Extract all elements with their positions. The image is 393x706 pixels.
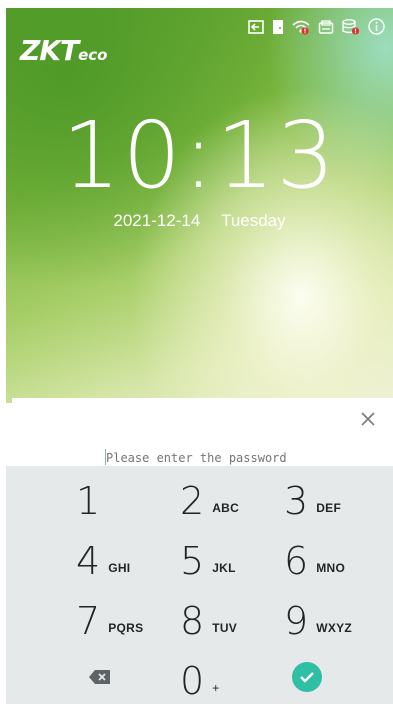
key-5[interactable]: 5 JKL bbox=[180, 536, 290, 586]
key-letters: JKL bbox=[212, 561, 236, 575]
screen: ZKTeco 10:13 2021-12-14 Tuesday 1 2 ABC … bbox=[0, 0, 393, 704]
wallpaper: ZKTeco 10:13 2021-12-14 Tuesday bbox=[6, 8, 393, 403]
key-digit: 8 bbox=[180, 599, 205, 643]
key-letters: GHI bbox=[108, 561, 131, 575]
date-line: 2021-12-14 Tuesday bbox=[6, 211, 393, 231]
key-3[interactable]: 3 DEF bbox=[284, 476, 393, 526]
key-digit: 3 bbox=[284, 479, 309, 523]
info-icon[interactable] bbox=[368, 18, 385, 35]
key-digit: 6 bbox=[284, 539, 309, 583]
key-letters: PQRS bbox=[108, 621, 144, 635]
status-bar bbox=[248, 18, 385, 35]
key-1[interactable]: 1 bbox=[76, 476, 186, 526]
password-input[interactable] bbox=[106, 450, 346, 466]
close-icon[interactable] bbox=[357, 408, 379, 430]
key-letters: WXYZ bbox=[316, 621, 353, 635]
weekday-value: Tuesday bbox=[221, 211, 286, 230]
key-letters: + bbox=[212, 681, 220, 695]
key-digit: 1 bbox=[76, 479, 101, 523]
confirm-button[interactable] bbox=[292, 662, 322, 692]
key-8[interactable]: 8 TUV bbox=[180, 596, 290, 646]
key-4[interactable]: 4 GHI bbox=[76, 536, 186, 586]
wifi-warning-icon[interactable] bbox=[292, 19, 310, 35]
zkteco-logo: ZKTeco bbox=[20, 34, 108, 67]
key-digit: 9 bbox=[284, 599, 309, 643]
key-letters: MNO bbox=[316, 561, 346, 575]
key-digit: 7 bbox=[76, 599, 101, 643]
key-2[interactable]: 2 ABC bbox=[180, 476, 290, 526]
logout-icon[interactable] bbox=[248, 19, 264, 34]
date-value: 2021-12-14 bbox=[113, 211, 201, 230]
door-icon[interactable] bbox=[272, 19, 284, 35]
backspace-icon[interactable] bbox=[88, 668, 112, 686]
key-digit: 0 bbox=[180, 659, 205, 703]
printer-icon[interactable] bbox=[318, 19, 334, 34]
key-letters: TUV bbox=[212, 621, 238, 635]
key-9[interactable]: 9 WXYZ bbox=[284, 596, 393, 646]
key-0[interactable]: 0 + bbox=[180, 656, 290, 706]
key-digit: 4 bbox=[76, 539, 101, 583]
database-warning-icon[interactable] bbox=[342, 18, 360, 35]
key-6[interactable]: 6 MNO bbox=[284, 536, 393, 586]
check-icon bbox=[300, 672, 314, 683]
password-panel bbox=[12, 398, 393, 466]
numeric-keypad: 1 2 ABC 3 DEF 4 GHI 5 JKL 6 MNO 7 PQRS 8 bbox=[6, 466, 393, 704]
key-letters: DEF bbox=[316, 501, 342, 515]
key-letters: ABC bbox=[212, 501, 240, 515]
key-digit: 5 bbox=[180, 539, 205, 583]
key-7[interactable]: 7 PQRS bbox=[76, 596, 186, 646]
key-digit: 2 bbox=[180, 479, 205, 523]
clock-time: 10:13 bbox=[61, 102, 338, 209]
